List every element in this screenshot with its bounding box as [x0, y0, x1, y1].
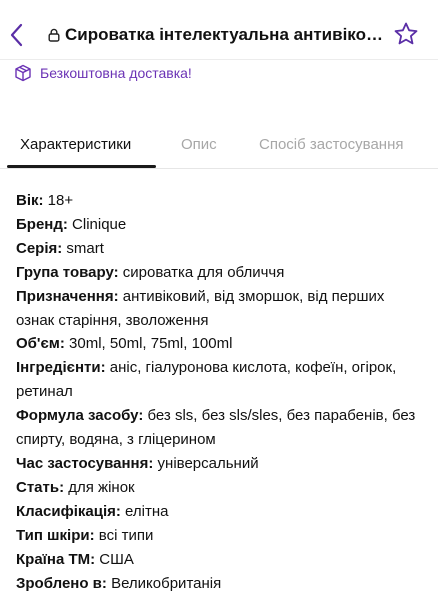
spec-value: США	[95, 550, 134, 568]
spec-value: для жінок	[64, 478, 135, 496]
chevron-left-icon	[10, 23, 23, 47]
spec-row-ingredients: Інгредієнти: аніс, гіалуронова кислота, …	[16, 356, 426, 404]
spec-label: Вік:	[16, 192, 44, 209]
free-delivery-banner: Безкоштовна доставка!	[14, 62, 192, 84]
spec-label: Стать:	[16, 478, 65, 496]
spec-label: Час застосування:	[16, 454, 154, 472]
tab-description[interactable]: Опис	[181, 136, 217, 153]
spec-row-age: Вік: 18+	[16, 189, 426, 213]
spec-value: Великобританія	[106, 574, 222, 592]
spec-row-classification: Класифікація: елітна	[16, 500, 426, 524]
free-delivery-text: Безкоштовна доставка!	[40, 65, 192, 81]
active-tab-indicator	[7, 165, 156, 168]
favorite-button[interactable]	[393, 21, 419, 47]
lock-icon	[48, 28, 60, 42]
spec-row-series: Серія: smart	[16, 237, 426, 261]
page-title: Сироватка інтелектуальна антивіковий	[65, 25, 390, 44]
spec-row-skin-type: Тип шкіри: всі типи	[16, 524, 426, 548]
spec-row-brand: Бренд: Clinique	[16, 213, 426, 237]
spec-label: Зроблено в:	[16, 574, 107, 592]
spec-row-purpose: Призначення: антивіковий, від зморшок, в…	[16, 285, 426, 333]
spec-value: 18+	[43, 192, 74, 209]
spec-label: Інгредієнти:	[16, 359, 106, 377]
spec-row-product-group: Група товару: сироватка для обличчя	[16, 261, 426, 285]
spec-row-made-in: Зроблено в: Великобританія	[16, 572, 426, 596]
back-button[interactable]	[6, 20, 28, 50]
spec-label: Формула засобу:	[16, 407, 144, 425]
spec-value: елітна	[120, 502, 169, 520]
tab-characteristics[interactable]: Характеристики	[20, 136, 131, 153]
spec-label: Призначення:	[16, 287, 119, 305]
spec-label: Об'єм:	[16, 335, 65, 353]
spec-value: Clinique	[67, 215, 127, 233]
spec-label: Група товару:	[16, 263, 119, 281]
spec-label: Країна ТМ:	[16, 550, 96, 568]
spec-value: універсальний	[153, 454, 259, 472]
spec-row-formula: Формула засобу: без sls, без sls/sles, б…	[16, 404, 426, 452]
tab-bar: Характеристики Опис Спосіб застосування	[0, 124, 438, 169]
spec-value: всі типи	[94, 526, 154, 544]
tab-usage[interactable]: Спосіб застосування	[259, 136, 404, 153]
spec-label: Класифікація:	[16, 502, 121, 520]
spec-value: сироватка для обличчя	[118, 263, 285, 281]
spec-row-brand-country: Країна ТМ: США	[16, 548, 426, 572]
spec-label: Тип шкіри:	[16, 526, 95, 544]
spec-row-application-time: Час застосування: універсальний	[16, 452, 426, 476]
star-icon	[394, 22, 418, 45]
specs-list: Вік: 18+ Бренд: Clinique Серія: smart Гр…	[16, 189, 426, 595]
spec-row-volume: Об'єм: 30ml, 50ml, 75ml, 100ml	[16, 332, 426, 356]
spec-value: smart	[62, 239, 104, 257]
top-bar: Сироватка інтелектуальна антивіковий	[0, 0, 438, 60]
box-icon	[15, 64, 31, 82]
spec-value: 30ml, 50ml, 75ml, 100ml	[64, 335, 233, 353]
spec-label: Серія:	[16, 239, 63, 257]
spec-label: Бренд:	[16, 215, 68, 233]
spec-row-gender: Стать: для жінок	[16, 476, 426, 500]
